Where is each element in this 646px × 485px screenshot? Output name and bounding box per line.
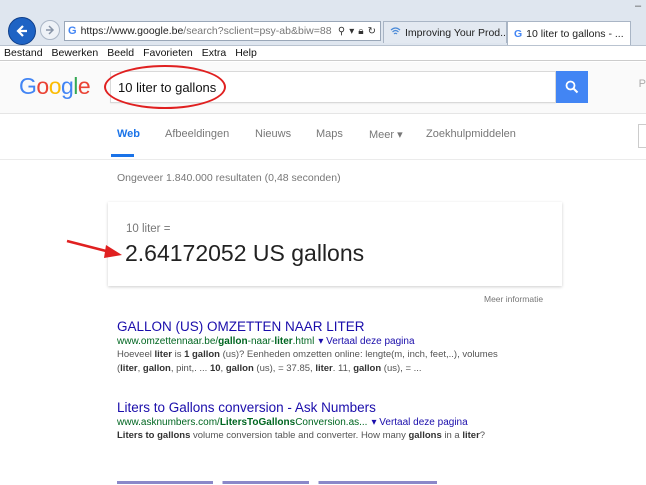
tab-improving[interactable]: Improving Your Prod... — [383, 21, 507, 43]
menu-beeld[interactable]: Beeld — [107, 46, 134, 60]
result-snippet: Liters to gallons volume conversion tabl… — [117, 430, 486, 441]
search-result: Liters to Gallons conversion - Ask Numbe… — [117, 400, 517, 443]
result-url: www.asknumbers.com/LitersToGallonsConver… — [117, 417, 468, 428]
tab-search-results-label: 10 liter to gallons - ... — [526, 27, 624, 40]
forward-button[interactable] — [40, 20, 60, 40]
tab-nieuws[interactable]: Nieuws — [255, 128, 291, 140]
address-bar[interactable]: G https://www.google.be/search?sclient=p… — [64, 21, 381, 41]
search-icon — [565, 80, 579, 94]
browser-chrome: – G https://www.google.be/search?sclient… — [0, 0, 646, 46]
search-result: GALLON (US) OMZETTEN NAAR LITER www.omze… — [117, 319, 517, 376]
tab-web[interactable]: Web — [117, 128, 140, 140]
search-tabs: Web Afbeeldingen Nieuws Maps Meer ▾ Zoek… — [0, 114, 646, 160]
annotation-ellipse — [104, 65, 226, 109]
more-info-link[interactable]: Meer informatie — [484, 294, 543, 304]
google-favicon-icon: G — [514, 27, 523, 40]
translate-link[interactable]: ▾ Vertaal deze pagina — [318, 336, 414, 347]
answer-question: 10 liter = — [126, 223, 171, 235]
url-host: https://www.google.be — [80, 25, 184, 37]
wifi-icon — [390, 26, 401, 39]
forward-arrow-icon — [46, 25, 55, 35]
tab-maps[interactable]: Maps — [316, 128, 343, 140]
edge-clipped-text: P — [638, 78, 646, 90]
result-title-link[interactable]: GALLON (US) OMZETTEN NAAR LITER — [117, 319, 517, 334]
tab-afbeeldingen[interactable]: Afbeeldingen — [165, 128, 229, 140]
active-tab-indicator — [111, 154, 134, 157]
tab-meer[interactable]: Meer ▾ — [369, 128, 403, 141]
answer-result: 2.64172052 US gallons — [125, 240, 365, 266]
result-stats: Ongeveer 1.840.000 resultaten (0,48 seco… — [117, 172, 341, 184]
menu-bewerken[interactable]: Bewerken — [52, 46, 99, 60]
search-button[interactable] — [556, 71, 588, 103]
menu-bar: Bestand Bewerken Beeld Favorieten Extra … — [0, 46, 646, 61]
tab-search-results[interactable]: G 10 liter to gallons - ... × — [507, 21, 631, 45]
answer-card: 10 liter = 2.64172052 US gallons — [108, 202, 562, 286]
translate-link[interactable]: ▾ Vertaal deze pagina — [371, 417, 467, 428]
menu-favorieten[interactable]: Favorieten — [143, 46, 193, 60]
google-logo[interactable]: Google — [19, 73, 91, 100]
result-snippet: Hoeveel liter is 1 gallon (us)? Eenheden… — [117, 349, 498, 374]
url-path: /search?sclient=psy-ab&biw=88 — [183, 25, 332, 37]
url-text: https://www.google.be/search?sclient=psy… — [81, 25, 338, 37]
google-header: Google 10 liter to gallons P — [0, 62, 646, 114]
google-favicon-icon: G — [68, 25, 77, 37]
dropdown-icon[interactable]: ▾ — [349, 26, 354, 37]
menu-bestand[interactable]: Bestand — [4, 46, 43, 60]
back-arrow-icon — [16, 25, 27, 37]
close-tab-icon[interactable]: × — [630, 28, 631, 40]
close-window-icon[interactable]: – — [630, 0, 646, 14]
search-icon[interactable]: ⚲ — [338, 26, 345, 37]
result-title-link[interactable]: Liters to Gallons conversion - Ask Numbe… — [117, 400, 517, 415]
red-arrow-icon — [66, 239, 122, 258]
result-url: www.omzettennaar.be/gallon-naar-liter.ht… — [117, 336, 415, 347]
refresh-icon[interactable]: ↻ — [368, 26, 376, 37]
menu-help[interactable]: Help — [235, 46, 257, 60]
clipped-next-result — [117, 477, 457, 485]
lock-icon[interactable]: 🔒︎ — [358, 26, 363, 37]
tab-zoekhulpmiddelen[interactable]: Zoekhulpmiddelen — [426, 128, 516, 140]
back-button[interactable] — [8, 17, 36, 45]
menu-extra[interactable]: Extra — [202, 46, 227, 60]
settings-edge-button[interactable] — [638, 124, 646, 148]
tab-improving-label: Improving Your Prod... — [405, 26, 507, 39]
